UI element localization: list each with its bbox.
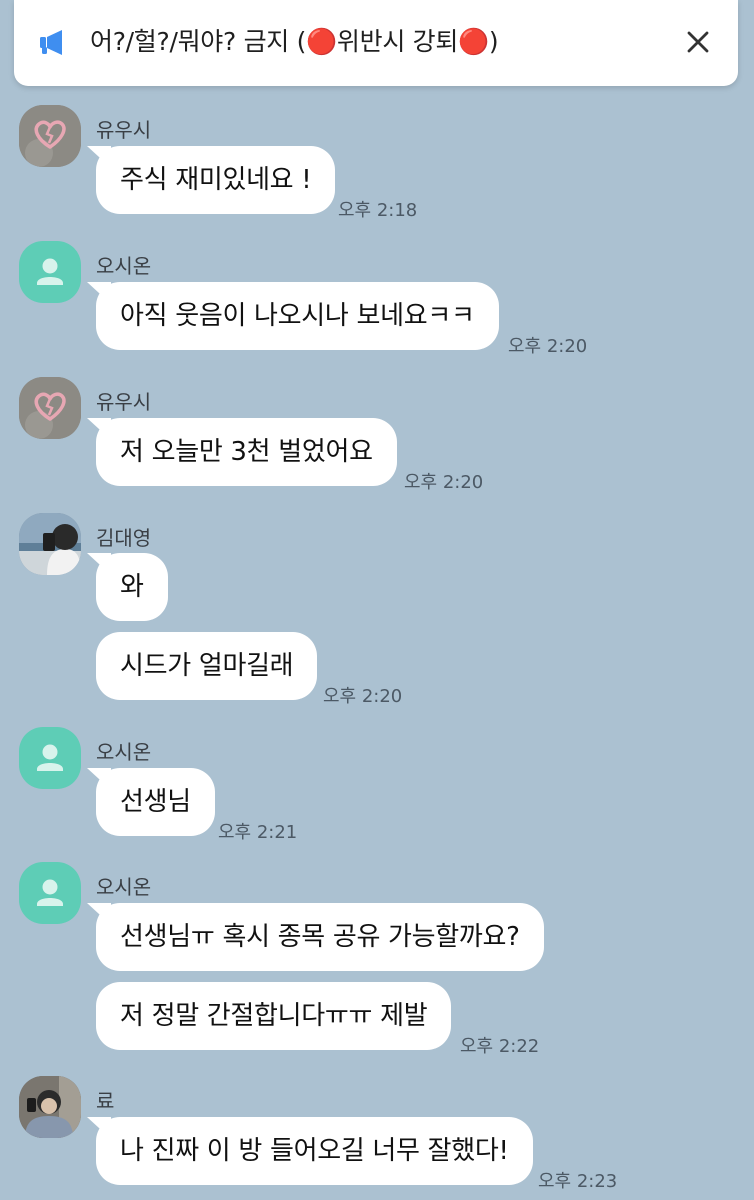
message-bubble[interactable]: 선생님: [96, 768, 215, 836]
sender-name: 료: [96, 1089, 115, 1113]
message-bubble[interactable]: 와: [96, 553, 168, 621]
broken-heart-avatar[interactable]: [19, 105, 81, 167]
message-time: 오후 2:23: [538, 1171, 618, 1192]
sender-name: 유우시: [96, 118, 152, 142]
photo-avatar[interactable]: [19, 513, 81, 575]
message-time: 오후 2:20: [404, 472, 484, 493]
sender-name: 오시온: [96, 875, 152, 899]
megaphone-icon: [40, 30, 62, 55]
default-person-avatar[interactable]: [19, 862, 81, 924]
message-time: 오후 2:18: [338, 200, 418, 221]
sender-name: 유우시: [96, 390, 152, 414]
message-time: 오후 2:21: [218, 822, 298, 843]
message-time: 오후 2:20: [323, 686, 403, 707]
message-bubble[interactable]: 선생님ㅠ 혹시 종목 공유 가능할까요?: [96, 903, 544, 971]
pinned-notice-bar[interactable]: 어?/헐?/뭐야? 금지 (🔴위반시 강퇴🔴): [14, 0, 738, 86]
sender-name: 김대영: [96, 526, 152, 550]
default-person-avatar[interactable]: [19, 241, 81, 303]
broken-heart-avatar[interactable]: [19, 377, 81, 439]
sender-name: 오시온: [96, 740, 152, 764]
message-time: 오후 2:22: [460, 1036, 540, 1057]
message-bubble[interactable]: 아직 웃음이 나오시나 보네요ㅋㅋ: [96, 282, 499, 350]
photo-avatar[interactable]: [19, 1076, 81, 1138]
close-icon[interactable]: [680, 24, 716, 60]
sender-name: 오시온: [96, 254, 152, 278]
message-bubble[interactable]: 저 오늘만 3천 벌었어요: [96, 418, 397, 486]
message-time: 오후 2:20: [508, 336, 588, 357]
message-bubble[interactable]: 저 정말 간절합니다ㅠㅠ 제발: [96, 982, 452, 1050]
notice-text: 어?/헐?/뭐야? 금지 (🔴위반시 강퇴🔴): [90, 27, 499, 56]
message-bubble[interactable]: 나 진짜 이 방 들어오길 너무 잘했다!: [96, 1117, 533, 1185]
message-bubble[interactable]: 시드가 얼마길래: [96, 632, 318, 700]
default-person-avatar[interactable]: [19, 727, 81, 789]
message-bubble[interactable]: 주식 재미있네요 !: [96, 146, 336, 214]
